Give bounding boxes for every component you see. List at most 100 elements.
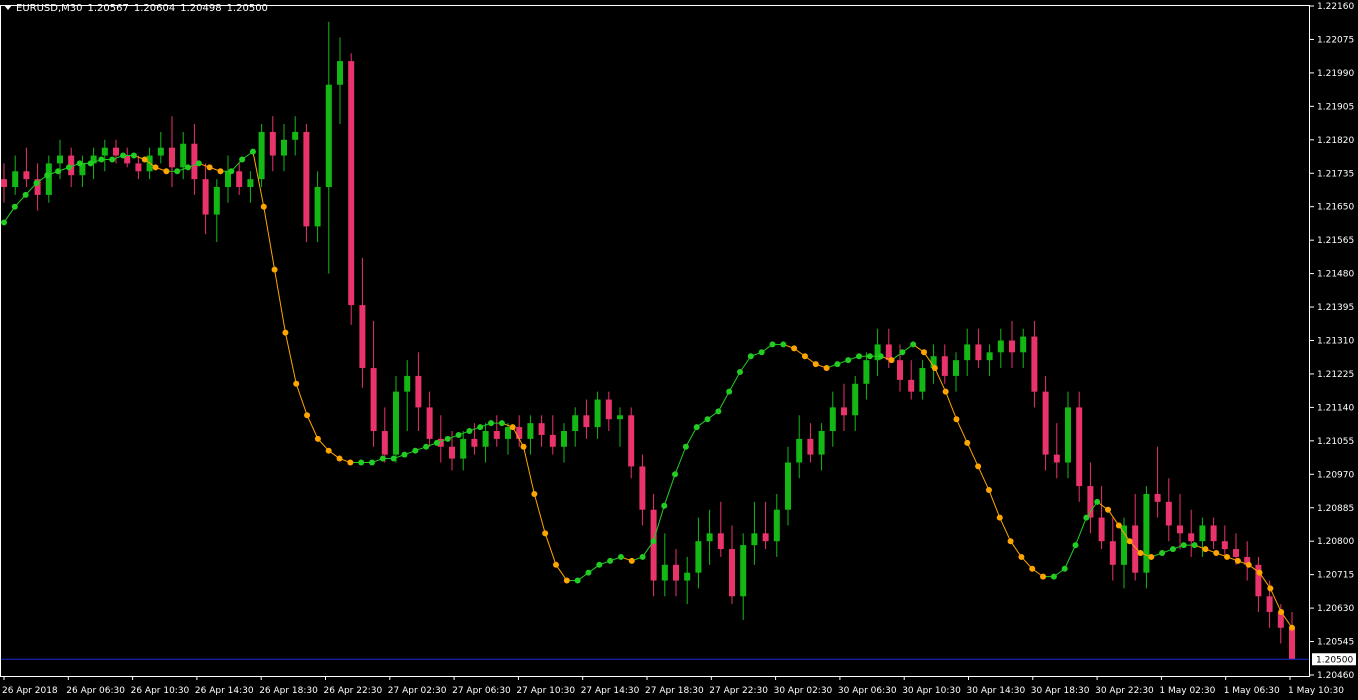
candle-body xyxy=(292,131,299,140)
y-tick-label: 1.21225 xyxy=(1317,370,1354,380)
candle-body xyxy=(997,340,1004,353)
x-tick-label: 27 Apr 18:30 xyxy=(645,686,704,696)
candle-body xyxy=(986,352,993,361)
candle-body xyxy=(818,431,825,455)
ma-point xyxy=(953,416,960,423)
ma-point xyxy=(228,168,235,175)
ma-point xyxy=(390,455,397,462)
ma-segment xyxy=(674,446,687,475)
y-tick-label: 1.22160 xyxy=(1317,2,1354,12)
candle-body xyxy=(684,572,691,581)
candle-body xyxy=(348,61,355,306)
candle-body xyxy=(863,360,870,384)
ma-point xyxy=(1267,585,1274,592)
ma-point xyxy=(942,388,949,395)
candle-body xyxy=(191,143,198,180)
candle-body xyxy=(1266,596,1273,613)
ma-point xyxy=(834,361,841,368)
ma-point xyxy=(531,490,538,497)
candle-body xyxy=(1165,501,1172,526)
ma-point xyxy=(325,447,332,454)
ma-point xyxy=(931,365,938,372)
ma-point xyxy=(1202,546,1209,553)
candle-body xyxy=(908,379,915,392)
current-price-tag: 1.20500 xyxy=(1312,653,1356,666)
ma-point xyxy=(33,180,40,187)
candle-body xyxy=(482,431,489,447)
candle-body xyxy=(1177,525,1183,534)
candle-body xyxy=(785,462,791,510)
y-tick-label: 1.20545 xyxy=(1317,638,1354,648)
ma-point xyxy=(1137,550,1144,557)
y-tick-label: 1.20630 xyxy=(1317,604,1354,614)
ma-point xyxy=(704,416,711,423)
ma-point xyxy=(747,353,754,360)
candles-layer xyxy=(1,21,1295,660)
ma-point xyxy=(812,361,819,368)
ma-point xyxy=(661,502,668,509)
ma-point xyxy=(758,349,765,356)
candle-body xyxy=(964,344,971,361)
ma-point xyxy=(206,164,213,171)
ma-segment xyxy=(685,426,698,447)
ma-point xyxy=(1148,553,1155,560)
ma-segment xyxy=(717,391,730,412)
ma-point xyxy=(401,451,408,458)
x-tick-label: 26 Apr 2018 xyxy=(2,686,58,696)
ma-point xyxy=(801,353,808,360)
candle-body xyxy=(538,423,545,435)
ma-point xyxy=(433,439,440,446)
candle-body xyxy=(1087,486,1094,518)
candle-body xyxy=(1199,525,1206,542)
ma-segment xyxy=(523,446,535,495)
y-tick-label: 1.21565 xyxy=(1317,236,1354,246)
price-chart[interactable]: 1.22160 1.22075 1.21990 1.21905 1.21820 1.217… xyxy=(0,0,1358,700)
ma-point xyxy=(628,557,635,564)
ma-point xyxy=(910,341,917,348)
ma-point xyxy=(336,455,343,462)
candle-body xyxy=(180,143,187,168)
ma-segment xyxy=(988,489,1001,518)
ma-point xyxy=(1040,573,1047,580)
x-tick-label: 30 Apr 22:30 xyxy=(1095,686,1154,696)
ma-point xyxy=(87,160,94,167)
candle-body xyxy=(527,423,534,439)
ma-point xyxy=(509,424,516,431)
candle-body xyxy=(729,549,735,597)
ma-point xyxy=(823,365,830,372)
ma-point xyxy=(574,577,581,584)
ma-point xyxy=(996,514,1003,521)
candle-body xyxy=(1210,525,1217,542)
candle-body xyxy=(1020,336,1027,353)
candle-body xyxy=(1065,407,1071,463)
candle-body xyxy=(897,360,903,380)
candle-body xyxy=(135,163,142,172)
candle-body xyxy=(1188,533,1195,542)
y-tick-label: 1.21310 xyxy=(1317,337,1354,347)
candle-body xyxy=(113,147,119,156)
candle-body xyxy=(23,171,30,180)
ma-point xyxy=(542,530,549,537)
candle-body xyxy=(1,179,7,188)
x-tick-label: 27 Apr 10:30 xyxy=(516,686,575,696)
ma-point xyxy=(1289,624,1295,631)
ma-segment xyxy=(284,332,297,384)
ma-point xyxy=(314,435,321,442)
y-tick-label: 1.20715 xyxy=(1317,571,1354,581)
ma-point xyxy=(607,557,614,564)
candle-body xyxy=(549,434,556,447)
ma-point xyxy=(466,428,473,435)
candle-body xyxy=(505,427,511,439)
ma-point xyxy=(650,538,657,545)
candle-body xyxy=(628,415,635,467)
candle-body xyxy=(1255,564,1262,597)
candle-body xyxy=(975,344,982,361)
candle-body xyxy=(1109,541,1116,565)
candle-body xyxy=(561,431,567,447)
candle-body xyxy=(202,179,209,215)
candle-body xyxy=(673,564,679,581)
ma-point xyxy=(98,156,105,163)
candle-body xyxy=(941,356,948,376)
candle-body xyxy=(773,509,780,542)
ma-point xyxy=(347,459,354,466)
